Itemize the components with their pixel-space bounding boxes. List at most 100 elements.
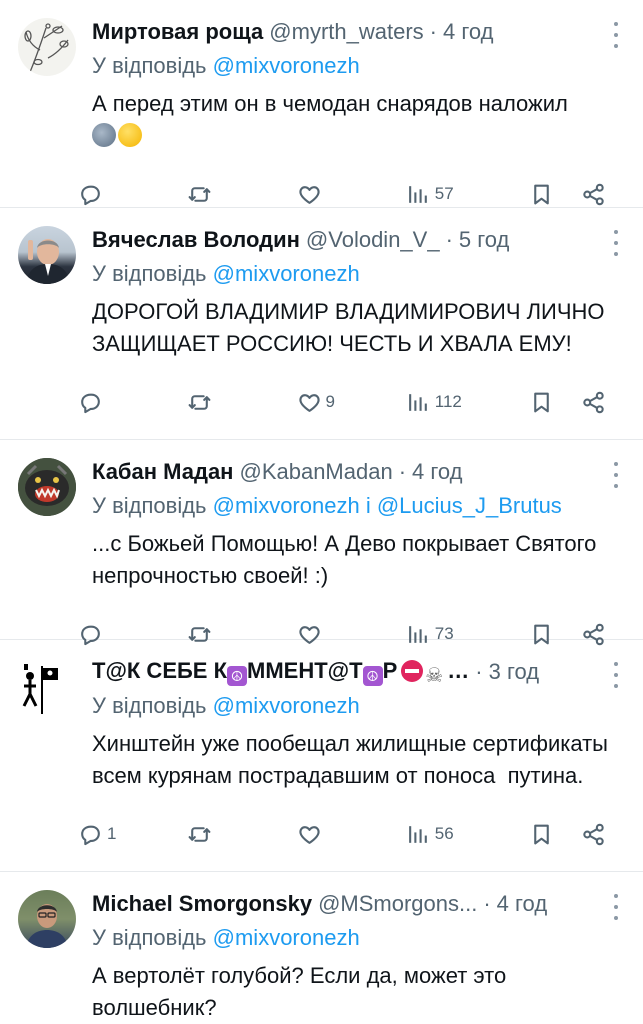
retweet-icon bbox=[188, 186, 211, 202]
author-handle[interactable]: @Volodin_V_ bbox=[306, 227, 440, 253]
man-photo-icon bbox=[26, 239, 70, 284]
no-entry-icon bbox=[401, 659, 424, 682]
tweet-text: А перед этим он в чемодан снарядов налож… bbox=[92, 88, 625, 152]
timestamp[interactable]: 5 год bbox=[459, 227, 509, 253]
more-options-button[interactable] bbox=[609, 230, 623, 256]
more-icon bbox=[614, 662, 618, 666]
share-icon bbox=[582, 391, 604, 413]
like-button[interactable] bbox=[297, 822, 406, 847]
reply-icon bbox=[81, 825, 100, 845]
reply-button[interactable]: 1 bbox=[78, 822, 187, 847]
avatar[interactable] bbox=[18, 18, 76, 76]
view-count: 112 bbox=[434, 392, 462, 411]
views-button[interactable]: 56 bbox=[406, 822, 515, 847]
reply-prefix: У відповідь bbox=[92, 261, 213, 286]
share-button[interactable] bbox=[567, 182, 619, 207]
avatar[interactable] bbox=[18, 458, 76, 516]
more-options-button[interactable] bbox=[609, 894, 623, 920]
separator-dot: · bbox=[429, 19, 437, 44]
bookmark-button[interactable] bbox=[515, 182, 567, 207]
author-handle[interactable]: @myrth_waters bbox=[269, 19, 423, 45]
reply-icon bbox=[81, 185, 100, 205]
view-count: 56 bbox=[434, 824, 454, 843]
action-bar: 1 56 bbox=[78, 802, 619, 866]
bookmark-button[interactable] bbox=[515, 390, 567, 415]
like-icon bbox=[298, 825, 320, 844]
more-options-button[interactable] bbox=[609, 462, 623, 488]
reply-feed: Миртовая роща @myrth_waters · 4 год У ві… bbox=[0, 0, 643, 1024]
tweet-text: А вертолёт голубой? Если да, может это в… bbox=[92, 963, 507, 1020]
share-icon bbox=[582, 183, 604, 205]
retweet-button[interactable] bbox=[187, 822, 296, 847]
reply-mention[interactable]: @mixvoronezh bbox=[213, 261, 360, 286]
author-name[interactable]: Миртовая роща bbox=[92, 19, 263, 45]
more-options-button[interactable] bbox=[609, 22, 623, 48]
like-icon bbox=[298, 393, 320, 412]
reply-mention[interactable]: @mixvoronezh bbox=[213, 693, 360, 718]
author-name[interactable]: Michael Smorgonsky bbox=[92, 891, 312, 917]
avatar[interactable] bbox=[18, 658, 76, 716]
timestamp[interactable]: 4 год bbox=[412, 459, 462, 485]
tweet[interactable]: Т@К СЕБЕ К ☮ ММЕНТ@Т ☮ Р ☠… · 3 год У відпові… bbox=[0, 640, 643, 872]
tweet[interactable]: Michael Smorgonsky @MSmorgons... · 4 год… bbox=[0, 872, 643, 1024]
share-button[interactable] bbox=[567, 822, 619, 847]
reply-prefix: У відповідь bbox=[92, 493, 213, 518]
reply-mention-2[interactable]: @Lucius_J_Brutus bbox=[377, 493, 562, 518]
peace-symbol-icon: ☮ bbox=[362, 665, 383, 686]
views-icon bbox=[408, 825, 427, 843]
author-name-part: Т@К СЕБЕ К bbox=[92, 657, 228, 683]
tweet-text: ...с Божьей Помощью! А Дево покрывает Св… bbox=[92, 531, 597, 588]
more-icon bbox=[614, 230, 618, 234]
new-moon-face-icon bbox=[92, 123, 116, 147]
like-button[interactable]: 9 bbox=[297, 390, 406, 415]
separator-dot: · bbox=[445, 227, 453, 252]
reply-joiner: і bbox=[359, 493, 377, 518]
reply-mention[interactable]: @mixvoronezh bbox=[213, 493, 360, 518]
author-handle[interactable]: @MSmorgons... bbox=[318, 891, 477, 917]
snarling-animal-icon bbox=[18, 458, 76, 516]
author-name[interactable]: Вячеслав Володин bbox=[92, 227, 300, 253]
reply-mention[interactable]: @mixvoronezh bbox=[213, 53, 360, 78]
reply-context: У відповідь @mixvoronezh bbox=[92, 50, 625, 82]
peace-symbol-icon: ☮ bbox=[227, 665, 248, 686]
bookmark-icon bbox=[533, 392, 549, 412]
tweet-text: Хинштейн уже пообещал жилищные сертифика… bbox=[92, 731, 615, 788]
avatar[interactable] bbox=[18, 890, 76, 948]
reply-mention[interactable]: @mixvoronezh bbox=[213, 925, 360, 950]
reply-button[interactable] bbox=[78, 182, 187, 207]
author-name-part: Р bbox=[382, 657, 398, 683]
author-name[interactable]: Т@К СЕБЕ К ☮ ММЕНТ@Т ☮ Р ☠… bbox=[92, 658, 469, 687]
retweet-button[interactable] bbox=[187, 390, 296, 415]
separator-dot: · bbox=[398, 459, 407, 484]
timestamp[interactable]: 3 год bbox=[489, 659, 539, 685]
more-options-button[interactable] bbox=[609, 662, 623, 688]
tweet[interactable]: Вячеслав Володин @Volodin_V_ · 5 год У в… bbox=[0, 208, 643, 440]
man-photo-icon bbox=[26, 904, 68, 948]
views-button[interactable]: 57 bbox=[406, 182, 515, 207]
action-bar: 9 112 bbox=[78, 370, 619, 434]
bookmark-button[interactable] bbox=[515, 822, 567, 847]
author-handle[interactable]: @KabanMadan bbox=[239, 459, 392, 485]
thinking-face-icon bbox=[118, 123, 142, 147]
views-button[interactable]: 112 bbox=[406, 390, 515, 415]
bookmark-icon bbox=[533, 824, 549, 844]
separator-dot: · bbox=[475, 659, 483, 684]
author-name[interactable]: Кабан Мадан bbox=[92, 459, 233, 485]
retweet-icon bbox=[188, 826, 211, 842]
reply-prefix: У відповідь bbox=[92, 53, 213, 78]
avatar[interactable] bbox=[18, 226, 76, 284]
timestamp[interactable]: 4 год bbox=[443, 19, 493, 45]
reply-icon bbox=[81, 393, 100, 413]
reply-button[interactable] bbox=[78, 390, 187, 415]
share-icon bbox=[582, 823, 604, 845]
pirate-flag-icon bbox=[22, 664, 58, 714]
timestamp[interactable]: 4 год bbox=[497, 891, 547, 917]
tweet-text: ДОРОГОЙ ВЛАДИМИР ВЛАДИМИРОВИЧ ЛИЧНО ЗАЩИ… bbox=[92, 299, 605, 356]
skull-crossbones-icon: ☠ bbox=[425, 664, 444, 687]
like-button[interactable] bbox=[297, 182, 406, 207]
tweet[interactable]: Кабан Мадан @KabanMadan · 4 год У відпов… bbox=[0, 440, 643, 645]
view-count: 57 bbox=[434, 184, 454, 203]
share-button[interactable] bbox=[567, 390, 619, 415]
tweet[interactable]: Миртовая роща @myrth_waters · 4 год У ві… bbox=[0, 0, 643, 208]
retweet-button[interactable] bbox=[187, 182, 296, 207]
